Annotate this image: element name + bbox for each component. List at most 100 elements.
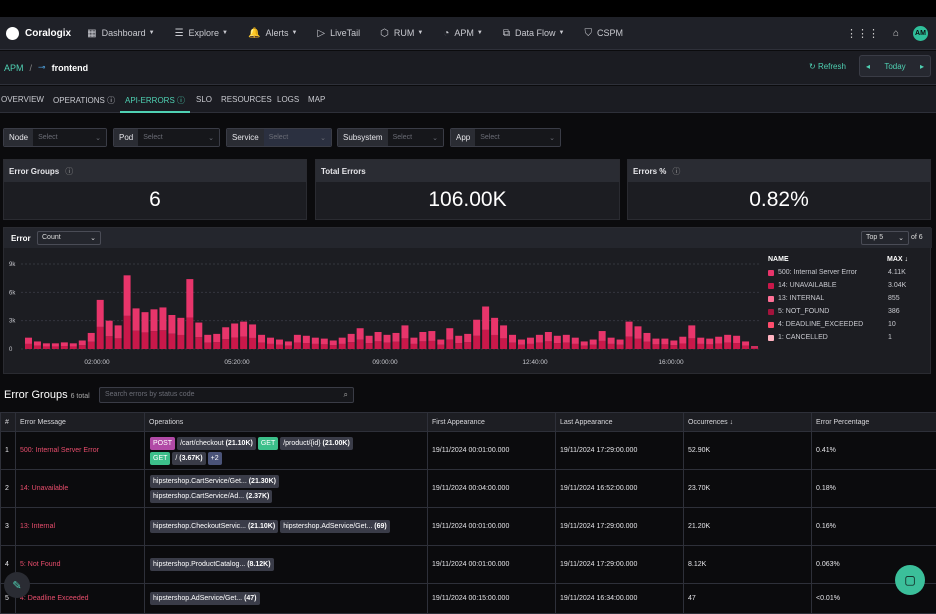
legend-item[interactable]: 13: INTERNAL855 (768, 292, 928, 305)
tab-operations[interactable]: OPERATIONS ⓘ (53, 95, 115, 106)
chart-bar[interactable] (742, 341, 749, 349)
chart-bar[interactable] (115, 325, 122, 349)
chart-bar[interactable] (518, 340, 525, 349)
chart-bar[interactable] (393, 333, 400, 349)
operation-chip[interactable]: hipstershop.AdService/Get... (47) (150, 592, 260, 605)
edit-pen-icon[interactable]: ✎ (4, 572, 30, 598)
chart-bar[interactable] (473, 320, 480, 349)
chart-bar[interactable] (554, 336, 561, 349)
chart-bar[interactable] (688, 325, 695, 349)
chart-bar[interactable] (357, 328, 364, 349)
chart-bar[interactable] (312, 338, 319, 349)
operation-chip[interactable]: /product/{id} (21.00K) (280, 437, 353, 450)
chart-bar[interactable] (79, 341, 86, 350)
chart-bar[interactable] (159, 307, 166, 349)
chart-bar[interactable] (509, 335, 516, 349)
chart-bar[interactable] (321, 339, 328, 349)
tab-logs[interactable]: LOGS (277, 95, 299, 104)
legend-item[interactable]: 14: UNAVAILABLE3.04K (768, 279, 928, 292)
chart-bar[interactable] (590, 340, 597, 349)
apps-grid-icon[interactable]: ⋮⋮⋮ (846, 27, 879, 40)
table-row[interactable]: 45: Not Foundhipstershop.ProductCatalog.… (1, 546, 936, 584)
chart-bar[interactable] (428, 331, 435, 349)
chart-bar[interactable] (536, 335, 543, 349)
chart-bar[interactable] (446, 328, 453, 349)
nav-item-livetail[interactable]: ▷LiveTail (317, 28, 360, 39)
chart-bar[interactable] (491, 318, 498, 349)
chart-bar[interactable] (61, 342, 68, 349)
refresh-button[interactable]: ↻ Refresh (809, 62, 846, 71)
chart-bar[interactable] (437, 340, 444, 349)
col-header-occurrences[interactable]: Occurrences ↓ (684, 413, 812, 432)
chart-bar[interactable] (455, 336, 462, 349)
error-message-link[interactable]: 500: Internal Server Error (16, 432, 145, 470)
chart-bar[interactable] (464, 334, 471, 349)
col-header-last[interactable]: Last Appearance (556, 413, 684, 432)
chart-bar[interactable] (527, 338, 534, 349)
chart-bar[interactable] (97, 300, 104, 349)
chart-bar[interactable] (88, 333, 95, 349)
tab-map[interactable]: MAP (308, 95, 325, 104)
chart-bar[interactable] (285, 341, 292, 349)
filter-select[interactable]: Select⌄ (33, 129, 106, 146)
chart-bar[interactable] (661, 339, 668, 349)
chart-bar[interactable] (670, 341, 677, 350)
chart-bar[interactable] (366, 336, 373, 349)
operation-chip[interactable]: hipstershop.AdService/Get... (69) (280, 520, 390, 533)
legend-item[interactable]: 5: NOT_FOUND386 (768, 305, 928, 318)
chart-bar[interactable] (133, 308, 140, 349)
nav-item-apm[interactable]: ◔APM▼ (443, 28, 483, 39)
table-row[interactable]: 313: Internalhipstershop.CheckoutServic.… (1, 508, 936, 546)
bell-outline-icon[interactable]: ⌂ (893, 28, 899, 39)
nav-item-explore[interactable]: ☰Explore▼ (175, 28, 228, 39)
chart-bar[interactable] (410, 338, 417, 349)
breadcrumb-apm-link[interactable]: APM (4, 63, 24, 73)
filter-select[interactable]: Select⌄ (138, 129, 219, 146)
col-header-message[interactable]: Error Message (16, 413, 145, 432)
chart-bar[interactable] (401, 325, 408, 349)
chart-bar[interactable] (697, 338, 704, 349)
chart-bar[interactable] (348, 334, 355, 349)
chart-bar[interactable] (751, 346, 758, 349)
chart-bar[interactable] (222, 327, 229, 349)
error-search-input[interactable]: Search errors by status code ⌕ (99, 387, 354, 403)
chart-bar[interactable] (177, 318, 184, 349)
operation-chip[interactable]: hipstershop.CartService/Get... (21.30K) (150, 475, 279, 488)
filter-select[interactable]: Select⌄ (388, 129, 443, 146)
info-icon[interactable]: ⓘ (672, 166, 680, 177)
nav-item-rum[interactable]: ⬡RUM▼ (380, 28, 423, 39)
legend-item[interactable]: 500: Internal Server Error4.11K (768, 266, 928, 279)
chart-bar[interactable] (581, 341, 588, 349)
metric-select[interactable]: Count⌄ (37, 231, 101, 245)
operation-chip[interactable]: hipstershop.CheckoutServic... (21.10K) (150, 520, 278, 533)
chart-bar[interactable] (715, 337, 722, 349)
chart-bar[interactable] (34, 341, 41, 349)
chart-bar[interactable] (150, 309, 157, 349)
chart-bar[interactable] (563, 335, 570, 349)
chart-bar[interactable] (142, 312, 149, 349)
chart-bar[interactable] (204, 335, 211, 349)
col-header-operations[interactable]: Operations (145, 413, 428, 432)
prev-range-icon[interactable]: ◂ (866, 62, 870, 71)
chart-bar[interactable] (733, 336, 740, 349)
chart-bar[interactable] (330, 341, 337, 350)
chart-bar[interactable] (52, 343, 59, 349)
chart-bar[interactable] (25, 338, 32, 349)
nav-item-data-flow[interactable]: ⧉Data Flow▼ (503, 28, 565, 39)
chart-bar[interactable] (626, 322, 633, 349)
nav-item-dashboard[interactable]: ▦Dashboard▼ (87, 28, 154, 39)
filter-pod[interactable]: Pod Select⌄ (113, 128, 220, 147)
error-message-link[interactable]: 5: Not Found (16, 546, 145, 584)
chart-bar[interactable] (267, 338, 274, 349)
chart-bar[interactable] (124, 275, 131, 349)
chart-bar[interactable] (652, 339, 659, 349)
filter-app[interactable]: App Select⌄ (450, 128, 561, 147)
chart-bar[interactable] (294, 335, 301, 349)
user-avatar[interactable]: AM (913, 26, 928, 41)
legend-item[interactable]: 4: DEADLINE_EXCEEDED10 (768, 318, 928, 331)
chart-bar[interactable] (635, 326, 642, 349)
chart-bar[interactable] (500, 325, 507, 349)
chart-bar[interactable] (213, 334, 220, 349)
chart-bar[interactable] (303, 336, 310, 349)
chart-bar[interactable] (482, 307, 489, 350)
